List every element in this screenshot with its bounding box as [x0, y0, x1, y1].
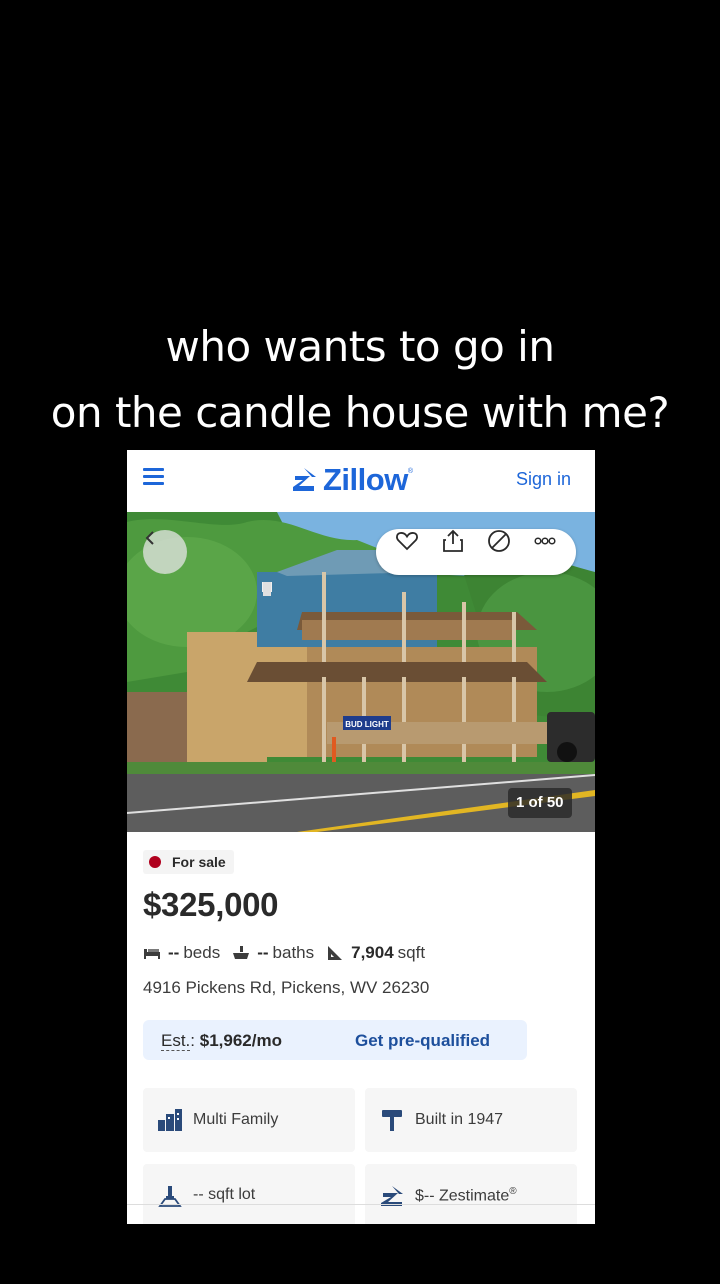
hide-icon[interactable]: [487, 529, 511, 553]
status-dot-icon: [149, 856, 161, 868]
home-facts: -- beds -- baths 7,904 sqft: [143, 942, 437, 964]
caption-line-1: who wants to go in: [165, 322, 555, 371]
sqft-icon: [328, 946, 343, 960]
logo-trademark: ®: [407, 468, 413, 475]
top-bar: Zillow ® Sign in: [127, 450, 595, 512]
caption-line-2: on the candle house with me?: [50, 388, 670, 437]
bed-icon: [144, 949, 160, 959]
more-icon[interactable]: [533, 529, 557, 553]
building-icon: [158, 1109, 182, 1131]
tile-year-built: Built in 1947: [365, 1088, 577, 1152]
status-text: For sale: [172, 854, 226, 870]
beds-label: beds: [183, 943, 221, 962]
zestimate-registered-mark: ®: [509, 1186, 517, 1197]
baths-label: baths: [272, 943, 315, 962]
previous-photo-button[interactable]: [143, 530, 187, 574]
zillow-z-icon: [293, 468, 316, 491]
tile-year-built-text: Built in 1947: [415, 1111, 504, 1128]
tile-lot-size: -- sqft lot: [143, 1164, 355, 1224]
share-icon[interactable]: [441, 529, 465, 553]
logo-text: Zillow: [323, 462, 408, 497]
zillow-listing-screen: Zillow ® Sign in BUD LIGHT 1 of 50 For s…: [127, 450, 595, 1224]
tile-zestimate: $-- Zestimate®: [365, 1164, 577, 1224]
tile-lot-size-text: -- sqft lot: [193, 1186, 256, 1203]
estimate-label[interactable]: Est.: $1,962/mo: [161, 1031, 282, 1051]
estimate-amount: $1,962/mo: [199, 1031, 282, 1050]
photo-counter: 1 of 50: [508, 788, 572, 818]
tile-home-type: Multi Family: [143, 1088, 355, 1152]
heart-icon[interactable]: [395, 529, 419, 553]
listing-price: $325,000: [143, 886, 279, 923]
bath-icon: [233, 946, 250, 959]
zillow-logo[interactable]: Zillow ®: [290, 462, 413, 498]
beds-value: --: [168, 943, 180, 962]
status-badge: For sale: [143, 850, 234, 874]
estimate-prefix: Est.: [161, 1031, 191, 1051]
zestimate-label: $-- Zestimate: [415, 1187, 510, 1205]
monthly-estimate-bar: Est.: $1,962/mo Get pre-qualified: [143, 1020, 527, 1060]
menu-icon[interactable]: [143, 468, 165, 486]
bud-light-sign-text: BUD LIGHT: [345, 720, 389, 729]
estimate-colon: :: [190, 1031, 196, 1050]
chevron-left-icon: [145, 531, 154, 545]
tile-zestimate-text[interactable]: $-- Zestimate®: [415, 1186, 517, 1205]
get-pre-qualified-link[interactable]: Get pre-qualified: [355, 1031, 490, 1051]
baths-value: --: [257, 943, 269, 962]
sqft-value: 7,904: [351, 943, 394, 962]
tile-home-type-text: Multi Family: [193, 1111, 279, 1128]
listing-photo[interactable]: BUD LIGHT 1 of 50: [127, 512, 595, 832]
bottom-divider: [127, 1204, 595, 1205]
sqft-label: sqft: [397, 943, 426, 962]
sign-in-link[interactable]: Sign in: [516, 469, 571, 490]
hammer-icon: [382, 1110, 402, 1131]
listing-address: 4916 Pickens Rd, Pickens, WV 26230: [143, 978, 430, 997]
photo-actions-bar: [376, 529, 576, 575]
